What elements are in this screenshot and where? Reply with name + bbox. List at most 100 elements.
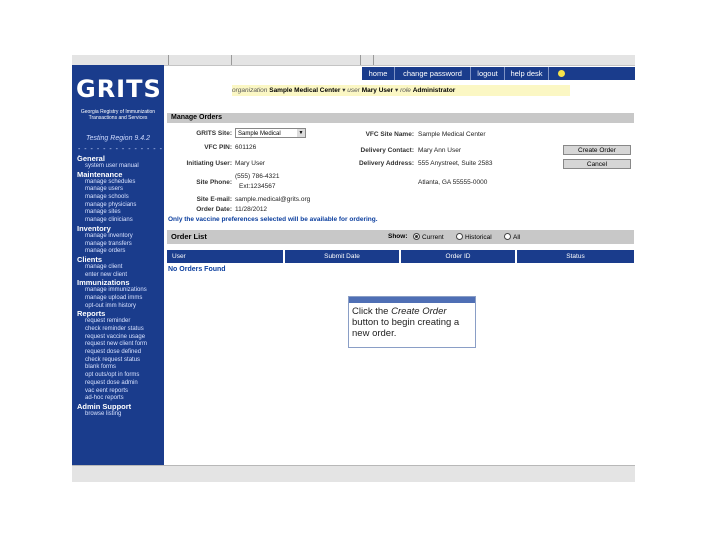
role-label: role [400,87,411,94]
callout-text-part: Click the [352,306,392,317]
create-order-button[interactable]: Create Order [563,145,631,155]
sidebar-heading-maintenance: Maintenance [77,169,123,179]
order-list-header: Order List Show: Current Historical All [167,230,634,244]
column-header-order-id[interactable]: Order ID [401,250,515,263]
callout-accent-bar [349,297,475,303]
toolbar-divider [373,55,374,65]
delivery-address-value: 555 Anystreet, Suite 2583 [418,160,493,167]
sidebar-item-manage-schools[interactable]: manage schools [77,194,163,202]
instruction-callout: Click the Create Order button to begin c… [348,296,476,348]
radio-icon [456,233,463,240]
initiating-user-label: Initiating User: [186,160,232,167]
radio-label: Historical [465,234,492,241]
radio-icon [504,233,511,240]
chevron-down-icon: ▼ [297,129,305,137]
org-label: organization [232,87,268,94]
region-label: Testing Region 9.4.2 [86,135,150,142]
manage-orders-header: Manage Orders [167,113,634,123]
show-historical-radio[interactable]: Historical [456,233,492,241]
column-header-status[interactable]: Status [517,250,634,263]
sidebar-item-manage-upload-imms[interactable]: manage upload imms [77,295,163,303]
nav-separator [548,67,549,80]
order-date-label: Order Date: [196,206,232,213]
sidebar-item-manage-inventory[interactable]: manage inventory [77,233,163,241]
top-nav: home change password logout help desk [362,67,635,80]
toolbar-divider [168,55,169,65]
sidebar-heading-reports: Reports [77,309,106,319]
sidebar-nav: General system user manual Maintenance mana… [77,155,163,419]
vfc-site-name-value: Sample Medical Center [418,131,486,138]
sidebar-item-request-vaccine-usage[interactable]: request vaccine usage [77,334,163,342]
delivery-contact-value: Mary Ann User [418,147,461,154]
logout-link[interactable]: logout [471,67,504,80]
radio-label: Current [422,234,444,241]
sun-icon[interactable] [558,70,565,77]
vfc-site-name-label: VFC Site Name: [365,131,414,138]
sidebar-item-request-reminder[interactable]: request reminder [77,318,163,326]
toolbar-divider [231,55,232,65]
delivery-address-label: Delivery Address: [358,160,414,167]
vfc-pin-value: 601126 [235,144,257,151]
show-label: Show: [388,233,408,240]
order-date-value: 11/28/2012 [235,206,268,213]
sidebar-heading-clients: Clients [77,254,103,264]
sidebar-item-manage-schedules[interactable]: manage schedules [77,179,163,187]
sidebar-item-request-new-client-form[interactable]: request new client form [77,341,163,349]
logo-text: GRITS [76,75,162,103]
sidebar-item-request-dose-defined[interactable]: request dose defined [77,349,163,357]
callout-text-part: button to begin creating a new order. [352,317,460,339]
user-label: user [347,87,360,94]
delivery-city-value: Atlanta, GA 55555-0000 [418,179,488,186]
home-link[interactable]: home [362,67,394,80]
sidebar-item-manage-transfers[interactable]: manage transfers [77,241,163,249]
logo-subtitle: Georgia Registry of Immunization Transac… [80,109,156,121]
site-email-value: sample.medical@grits.org [235,196,311,203]
app-window: GRITS Georgia Registry of Immunization T… [72,55,635,482]
role-value: Administrator [412,87,456,94]
sidebar-item-manage-immunizations[interactable]: manage immunizations [77,287,163,295]
sidebar-item-manage-client[interactable]: manage client [77,264,163,272]
sidebar-item-manage-physicians[interactable]: manage physicians [77,202,163,210]
toolbar-divider [360,55,361,65]
sidebar-heading-general: General [77,154,105,163]
status-bar [72,465,635,482]
user-value: Mary User [361,87,394,94]
column-header-user[interactable]: User [169,250,286,263]
site-phone-value: (555) 786-4321 [235,173,280,180]
delivery-contact-label: Delivery Contact: [360,147,414,154]
org-value: Sample Medical Center [269,87,341,94]
no-orders-message: No Orders Found [168,266,226,273]
callout-text: Click the Create Order button to begin c… [352,306,474,339]
sidebar-item-check-request-status[interactable]: check request status [77,357,163,365]
sidebar-item-blank-forms[interactable]: blank forms [77,364,163,372]
radio-label: All [513,234,521,241]
sidebar-item-manage-sites[interactable]: manage sites [77,209,163,217]
help-desk-link[interactable]: help desk [505,67,548,80]
sidebar-item-manage-users[interactable]: manage users [77,186,163,194]
site-phone-ext: Ext:1234567 [239,183,276,190]
sidebar-item-request-dose-admin[interactable]: request dose admin [77,380,163,388]
sidebar-item-check-reminder-status[interactable]: check reminder status [77,326,163,334]
callout-emphasis: Create Order [391,306,447,317]
vfc-pin-label: VFC PIN: [204,144,232,151]
show-current-radio[interactable]: Current [413,233,444,241]
radio-selected-icon [413,233,420,240]
vaccine-preference-note: Only the vaccine preferences selected wi… [168,216,378,223]
column-header-submit-date[interactable]: Submit Date [285,250,399,263]
sidebar: GRITS Georgia Registry of Immunization T… [72,65,164,465]
sidebar-item-opt-outs-opt-in-forms[interactable]: opt outs/opt in forms [77,372,163,380]
order-table-header: User Submit Date Order ID Status [167,250,634,263]
order-list-title: Order List [171,232,207,241]
site-email-label: Site E-mail: [196,196,232,203]
grits-logo: GRITS Georgia Registry of Immunization T… [76,69,162,131]
sidebar-item-vac-eent-reports[interactable]: vac eent reports [77,388,163,396]
grits-site-select[interactable]: Sample Medical ▼ [235,128,306,138]
cancel-button[interactable]: Cancel [563,159,631,169]
show-all-radio[interactable]: All [504,233,520,241]
sidebar-heading-admin-support: Admin Support [77,401,132,411]
grits-site-value: Sample Medical [238,131,281,137]
site-phone-label: Site Phone: [196,179,232,186]
initiating-user-value: Mary User [235,160,265,167]
sidebar-item-browse-listing[interactable]: browse listing [77,411,163,419]
change-password-link[interactable]: change password [395,67,470,80]
